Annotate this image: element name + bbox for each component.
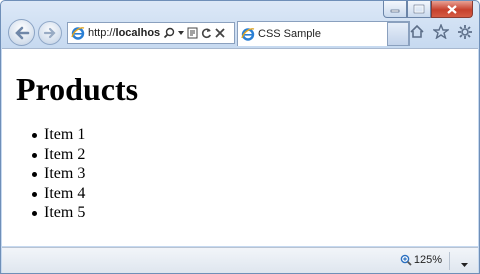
maximize-button[interactable] — [407, 1, 431, 18]
search-icon — [163, 27, 175, 39]
home-icon — [410, 24, 424, 38]
browser-toolbar: http://localhost: — [1, 18, 479, 48]
maximize-icon — [413, 4, 425, 14]
window-caption-buttons — [383, 1, 473, 18]
zoom-label: 125% — [413, 254, 442, 266]
list-item: Item 1 — [32, 125, 478, 145]
dropdown-arrow-icon — [178, 31, 184, 35]
gear-icon — [458, 25, 472, 39]
address-bar[interactable]: http://localhost: — [67, 22, 235, 44]
list-item: Item 5 — [32, 203, 478, 223]
minimize-button[interactable] — [383, 1, 407, 18]
minimize-icon — [390, 9, 400, 13]
forward-arrow-icon — [43, 27, 56, 39]
back-arrow-icon — [14, 26, 29, 39]
list-item: Item 4 — [32, 184, 478, 204]
ie-page-icon — [71, 27, 85, 40]
status-divider — [449, 252, 450, 270]
ie-tab-icon — [241, 28, 255, 41]
forward-button[interactable] — [38, 21, 62, 45]
search-dropdown-button[interactable] — [178, 31, 184, 35]
compatibility-view-button[interactable] — [187, 27, 198, 39]
tab-css-sample[interactable]: CSS Sample — [237, 21, 410, 46]
zoom-dropdown-button[interactable] — [461, 258, 468, 270]
address-text[interactable]: http://localhost: — [88, 27, 160, 39]
page-content: Products Item 1 Item 2 Item 3 Item 4 Ite… — [2, 48, 478, 246]
close-icon — [447, 4, 457, 14]
browser-commands — [409, 24, 473, 40]
search-button[interactable] — [163, 27, 175, 39]
browser-window: http://localhost: — [0, 0, 480, 274]
home-button[interactable] — [409, 24, 425, 40]
tools-button[interactable] — [457, 24, 473, 40]
star-icon — [433, 24, 449, 39]
status-bar: 125% — [2, 247, 478, 273]
tab-title: CSS Sample — [258, 28, 321, 40]
favorites-button[interactable] — [433, 24, 449, 40]
refresh-button[interactable] — [201, 27, 212, 39]
page-heading: Products — [16, 71, 139, 107]
compatibility-view-icon — [187, 27, 198, 39]
back-button[interactable] — [8, 19, 35, 46]
stop-icon — [215, 28, 225, 38]
new-tab-button[interactable] — [387, 22, 409, 46]
address-host: localhost: — [115, 27, 160, 39]
list-item: Item 3 — [32, 164, 478, 184]
zoom-level-button[interactable]: 125% — [400, 254, 442, 266]
stop-button[interactable] — [215, 28, 225, 38]
list-item: Item 2 — [32, 145, 478, 165]
zoom-icon — [400, 254, 412, 266]
refresh-icon — [201, 28, 212, 39]
dropdown-arrow-icon — [461, 263, 468, 267]
close-window-button[interactable] — [431, 1, 473, 18]
address-prefix: http:// — [88, 27, 116, 39]
product-list: Item 1 Item 2 Item 3 Item 4 Item 5 — [32, 125, 478, 223]
address-tools — [163, 27, 225, 39]
